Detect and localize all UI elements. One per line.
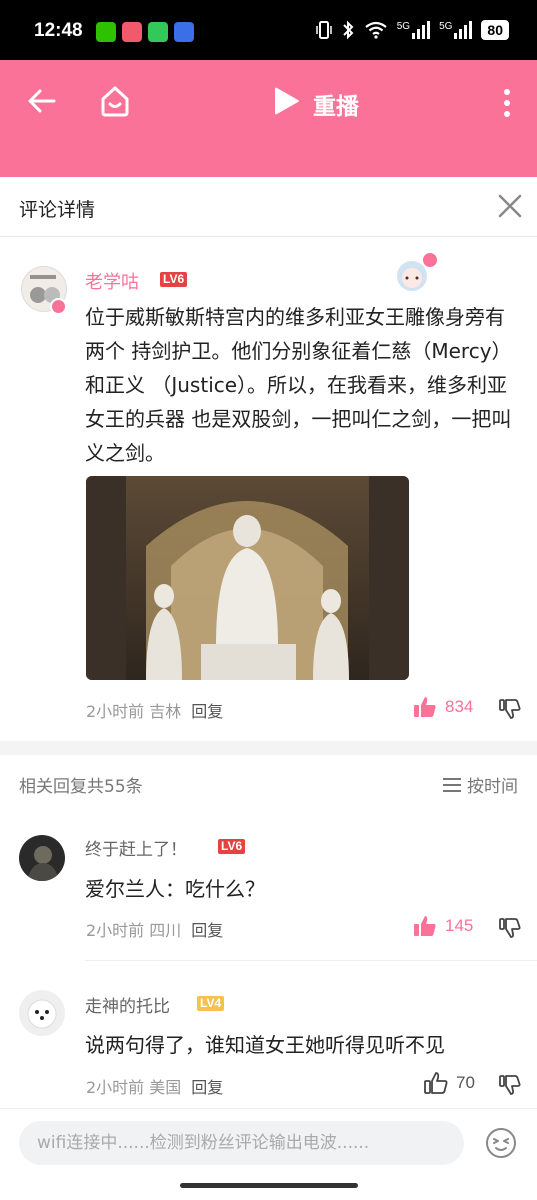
replay-button[interactable]: 重播: [313, 87, 359, 121]
signal-icon-1: 5G: [397, 21, 431, 39]
home-indicator: [180, 1183, 358, 1188]
notification-icons: [96, 22, 194, 42]
section-divider: [0, 741, 537, 755]
status-bar: 12:48 5G 5G 80: [0, 0, 537, 60]
thumbs-down-icon[interactable]: [499, 917, 521, 939]
reply-count: 相关回复共55条: [19, 777, 143, 797]
list-item: 走神的托比 LV4 说两句得了，谁知道女王她听得见听不见 2小时前 美国 回复 7…: [0, 962, 537, 1108]
play-icon[interactable]: [272, 86, 300, 116]
comment-username[interactable]: 老学咕: [85, 268, 139, 294]
close-icon[interactable]: [497, 193, 523, 219]
level-badge: LV4: [197, 996, 225, 1011]
more-options-icon[interactable]: [499, 88, 515, 118]
sms-icon: [148, 22, 168, 42]
thumbs-down-icon[interactable]: [499, 698, 521, 720]
main-comment: 老学咕 LV6 位于威斯敏斯特宫内的维多利亚女王雕像身旁有两个 持剑护卫。他们分…: [0, 238, 537, 741]
thumbs-up-icon: [414, 697, 436, 717]
wifi-icon: [365, 21, 387, 39]
page-title: 评论详情: [19, 199, 96, 221]
reply-username[interactable]: 走神的托比: [85, 992, 170, 1017]
like-count: 834: [445, 697, 474, 716]
reply-username[interactable]: 终于赶上了！: [85, 835, 187, 860]
thumbs-up-icon: [424, 1072, 448, 1094]
reply-button[interactable]: 回复: [191, 921, 223, 940]
sort-label: 按时间: [467, 777, 518, 797]
thumbs-down-icon[interactable]: [499, 1074, 521, 1096]
replies-header: 相关回复共55条 按时间: [0, 755, 537, 811]
status-time: 12:48: [34, 20, 83, 41]
bluetooth-icon: [343, 20, 354, 40]
decoration-sticker-icon: [397, 253, 437, 291]
like-count: 145: [445, 916, 474, 935]
reply-button[interactable]: 回复: [191, 702, 223, 721]
reply-meta: 2小时前 四川 回复: [86, 917, 223, 941]
level-badge: LV6: [160, 272, 188, 287]
app-notification-icon-2: [174, 22, 194, 42]
avatar[interactable]: [19, 835, 65, 881]
thumbs-up-icon: [414, 916, 436, 936]
top-toolbar: 重播: [0, 60, 537, 177]
like-count: 70: [456, 1073, 475, 1092]
vip-badge-icon: [50, 298, 67, 315]
like-button[interactable]: 70: [424, 1072, 475, 1094]
wechat-icon: [96, 22, 116, 42]
row-divider: [85, 960, 537, 961]
vibrate-icon: [315, 21, 332, 39]
reply-meta: 2小时前 美国 回复: [86, 1074, 223, 1098]
like-button[interactable]: 834: [413, 696, 473, 718]
comment-text: 位于威斯敏斯特宫内的维多利亚女王雕像身旁有两个 持剑护卫。他们分别象征着仁慈（M…: [85, 305, 512, 465]
emoji-icon[interactable]: [485, 1127, 517, 1159]
level-badge: LV6: [218, 839, 246, 854]
reply-time-location: 2小时前 四川: [86, 921, 182, 940]
sort-list-icon: [443, 777, 461, 792]
reply-button[interactable]: 回复: [191, 1078, 223, 1097]
home-icon[interactable]: [98, 84, 132, 118]
comment-detail-header: 评论详情: [0, 177, 537, 237]
like-button[interactable]: 145: [413, 915, 473, 937]
back-arrow-icon[interactable]: [26, 85, 58, 117]
avatar[interactable]: [19, 990, 65, 1036]
comment-meta: 2小时前 吉林 回复: [86, 698, 223, 722]
reply-time-location: 2小时前 美国: [86, 1078, 182, 1097]
reply-text: 爱尔兰人：吃什么？: [85, 877, 265, 901]
sort-button[interactable]: 按时间: [443, 772, 518, 797]
comment-image[interactable]: [86, 476, 409, 680]
comment-input[interactable]: wifi连接中......检测到粉丝评论输出电波......: [19, 1121, 464, 1165]
comment-time-location: 2小时前 吉林: [86, 702, 182, 721]
signal-icon-2: 5G: [439, 21, 473, 39]
list-item: 终于赶上了！ LV6 爱尔兰人：吃什么？ 2小时前 四川 回复 145: [0, 811, 537, 961]
reply-text: 说两句得了，谁知道女王她听得见听不见: [85, 1033, 445, 1057]
app-notification-icon: [122, 22, 142, 42]
status-right: 5G 5G 80: [315, 20, 509, 40]
battery-indicator: 80: [481, 20, 509, 40]
